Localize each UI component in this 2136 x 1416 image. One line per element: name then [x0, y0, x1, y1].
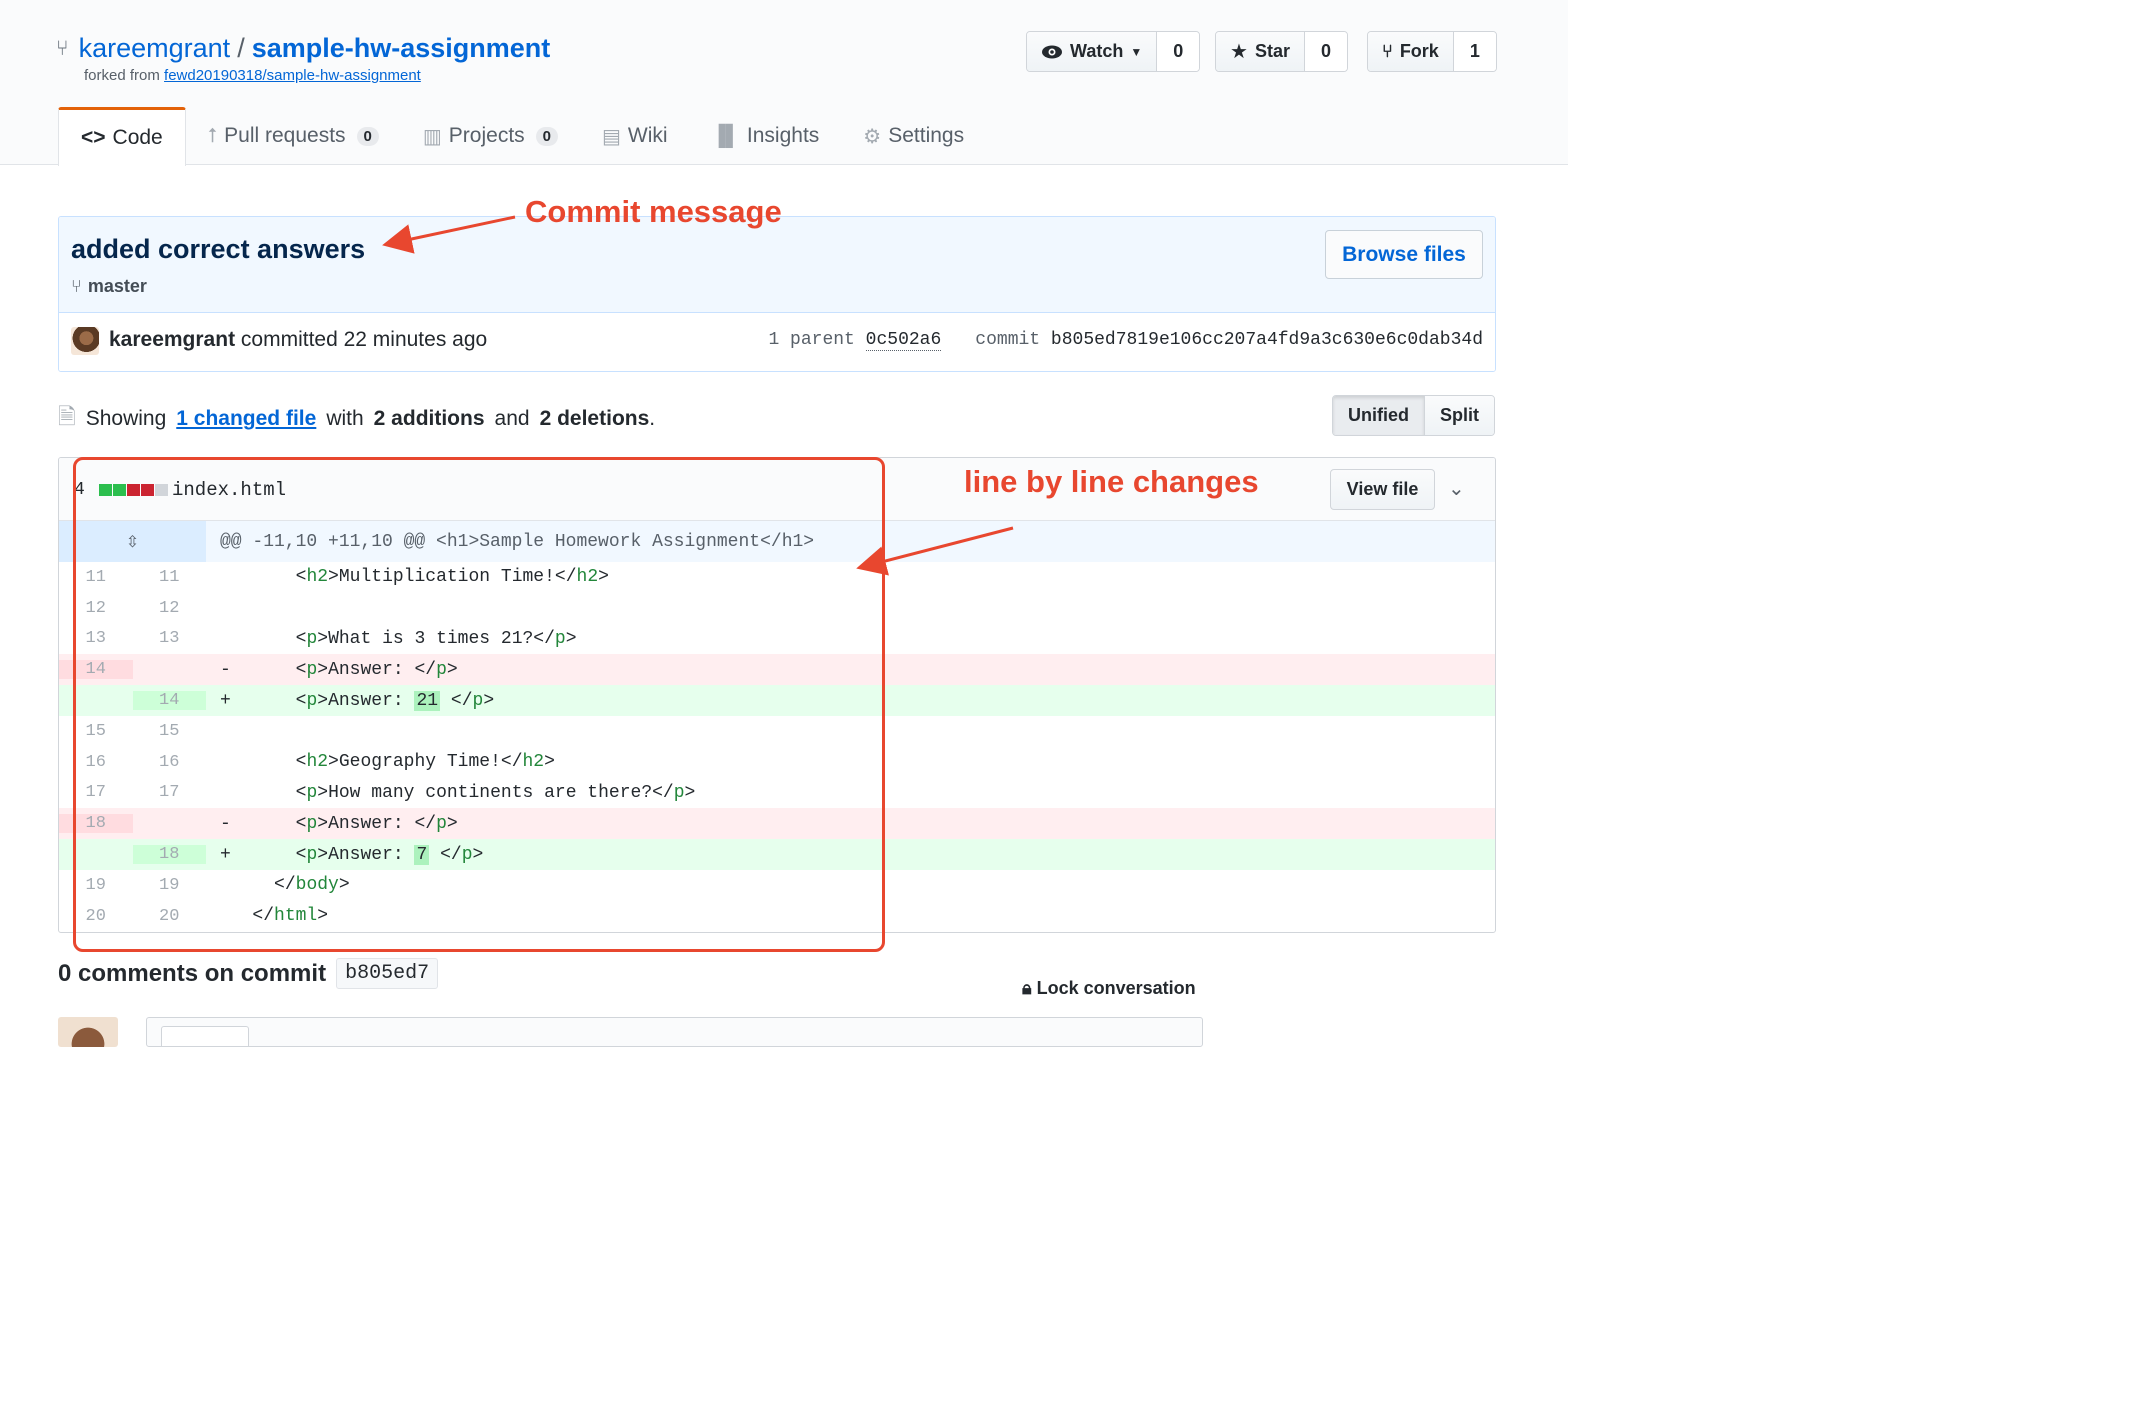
arrow-to-line-changes — [856, 526, 1014, 576]
annotation-arrows — [382, 215, 1014, 576]
arrow-to-commit-message — [382, 215, 516, 254]
